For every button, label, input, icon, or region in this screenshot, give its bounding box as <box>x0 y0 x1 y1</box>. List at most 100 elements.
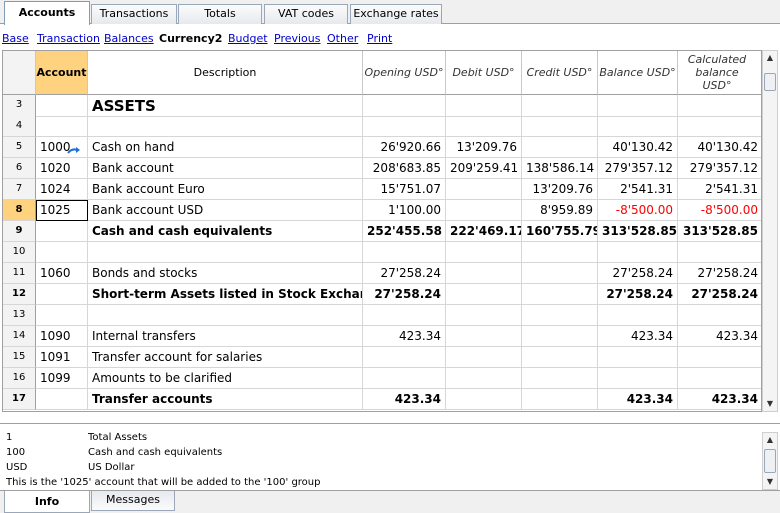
cell-debit[interactable] <box>446 347 522 368</box>
cell-credit[interactable] <box>522 389 598 410</box>
tab-messages[interactable]: Messages <box>91 491 175 511</box>
cell-debit[interactable]: 13'209.76 <box>446 137 522 158</box>
cell-balance[interactable] <box>598 116 678 137</box>
cell-calculated-balance[interactable]: -8'500.00 <box>678 200 761 221</box>
column-header-balance[interactable]: Balance USD° <box>598 51 678 95</box>
cell-account[interactable]: 1091 <box>36 347 88 368</box>
cell-description[interactable]: Short-term Assets listed in Stock Exchan… <box>88 284 363 305</box>
cell-opening[interactable]: 208'683.85 <box>363 158 446 179</box>
cell-credit[interactable] <box>522 263 598 284</box>
cell-account[interactable]: 1090 <box>36 326 88 347</box>
table-row[interactable]: 8 1025 Bank account USD 1'100.00 8'959.89 -8'… <box>3 200 761 221</box>
table-row[interactable]: 6 1020 Bank account 208'683.85 209'259.41 138… <box>3 158 761 179</box>
cell-balance[interactable]: 279'357.12 <box>598 158 678 179</box>
table-row[interactable]: 11 1060 Bonds and stocks 27'258.24 27'258.24… <box>3 263 761 284</box>
cell-balance[interactable]: 423.34 <box>598 389 678 410</box>
cell-debit[interactable] <box>446 326 522 347</box>
cell-opening[interactable] <box>363 116 446 137</box>
cell-account[interactable]: 1025 <box>36 200 88 221</box>
cell-debit[interactable]: 209'259.41 <box>446 158 522 179</box>
info-scroll-thumb[interactable] <box>764 449 776 473</box>
column-header-credit[interactable]: Credit USD° <box>522 51 598 95</box>
tab-accounts[interactable]: Accounts <box>4 1 90 25</box>
cell-description[interactable]: Cash on hand <box>88 137 363 158</box>
column-header-opening[interactable]: Opening USD° <box>363 51 446 95</box>
cell-debit[interactable] <box>446 389 522 410</box>
cell-balance[interactable] <box>598 347 678 368</box>
cell-description[interactable] <box>88 305 363 326</box>
tab-exchange-rates[interactable]: Exchange rates <box>350 4 442 24</box>
cell-description[interactable]: Amounts to be clarified <box>88 368 363 389</box>
view-base[interactable]: Base <box>2 32 29 45</box>
cell-account[interactable] <box>36 221 88 242</box>
cell-description[interactable]: Cash and cash equivalents <box>88 221 363 242</box>
cell-debit[interactable] <box>446 116 522 137</box>
view-previous[interactable]: Previous <box>274 32 321 45</box>
cell-credit[interactable] <box>522 284 598 305</box>
table-row[interactable]: 7 1024 Bank account Euro 15'751.07 13'209.76… <box>3 179 761 200</box>
view-balances[interactable]: Balances <box>104 32 154 45</box>
cell-description[interactable]: Internal transfers <box>88 326 363 347</box>
cell-debit[interactable]: 222'469.17 <box>446 221 522 242</box>
cell-description[interactable] <box>88 116 363 137</box>
cell-opening[interactable]: 1'100.00 <box>363 200 446 221</box>
cell-calculated-balance[interactable] <box>678 368 761 389</box>
view-budget[interactable]: Budget <box>228 32 268 45</box>
cell-description[interactable]: ASSETS <box>88 95 363 117</box>
cell-balance[interactable]: -8'500.00 <box>598 200 678 221</box>
info-scroll-up-icon[interactable]: ▲ <box>763 433 777 447</box>
cell-opening[interactable]: 27'258.24 <box>363 284 446 305</box>
cell-credit[interactable] <box>522 368 598 389</box>
table-row[interactable]: 10 <box>3 242 761 263</box>
cell-balance[interactable] <box>598 305 678 326</box>
tab-vat-codes[interactable]: VAT codes <box>264 4 348 24</box>
cell-opening[interactable]: 15'751.07 <box>363 179 446 200</box>
cell-opening[interactable]: 252'455.58 <box>363 221 446 242</box>
column-header-debit[interactable]: Debit USD° <box>446 51 522 95</box>
cell-debit[interactable] <box>446 179 522 200</box>
scroll-up-icon[interactable]: ▲ <box>763 51 777 65</box>
cell-opening[interactable]: 26'920.66 <box>363 137 446 158</box>
view-currency2[interactable]: Currency2 <box>159 32 222 45</box>
cell-balance[interactable]: 423.34 <box>598 326 678 347</box>
cell-account[interactable] <box>36 116 88 137</box>
cell-credit[interactable]: 8'959.89 <box>522 200 598 221</box>
cell-account[interactable]: 1020 <box>36 158 88 179</box>
column-header-description[interactable]: Description <box>88 51 363 95</box>
table-row[interactable]: 13 <box>3 305 761 326</box>
cell-account[interactable] <box>36 284 88 305</box>
column-header-calculated-balance[interactable]: Calculated balance USD° <box>678 51 761 95</box>
cell-calculated-balance[interactable]: 423.34 <box>678 326 761 347</box>
cell-balance[interactable]: 27'258.24 <box>598 263 678 284</box>
cell-balance[interactable]: 40'130.42 <box>598 137 678 158</box>
cell-calculated-balance[interactable] <box>678 347 761 368</box>
cell-opening[interactable] <box>363 347 446 368</box>
cell-opening[interactable]: 423.34 <box>363 389 446 410</box>
cell-debit[interactable] <box>446 95 522 117</box>
cell-account[interactable] <box>36 242 88 263</box>
cell-account[interactable]: 1024 <box>36 179 88 200</box>
cell-opening[interactable] <box>363 95 446 117</box>
cell-opening[interactable]: 423.34 <box>363 326 446 347</box>
cell-opening[interactable]: 27'258.24 <box>363 263 446 284</box>
cell-debit[interactable] <box>446 284 522 305</box>
cell-credit[interactable]: 138'586.14 <box>522 158 598 179</box>
cell-credit[interactable] <box>522 116 598 137</box>
scroll-down-icon[interactable]: ▼ <box>763 397 777 411</box>
cell-debit[interactable] <box>446 242 522 263</box>
cell-debit[interactable] <box>446 263 522 284</box>
view-transaction[interactable]: Transaction <box>37 32 100 45</box>
cell-calculated-balance[interactable] <box>678 242 761 263</box>
cell-account[interactable] <box>36 305 88 326</box>
cell-description[interactable]: Transfer account for salaries <box>88 347 363 368</box>
cell-account[interactable] <box>36 389 88 410</box>
cell-calculated-balance[interactable]: 279'357.12 <box>678 158 761 179</box>
cell-balance[interactable]: 27'258.24 <box>598 284 678 305</box>
cell-description[interactable] <box>88 242 363 263</box>
cell-calculated-balance[interactable] <box>678 116 761 137</box>
table-row[interactable]: 5 1000 Cash on hand 26'920.66 13'209.76 40'13… <box>3 137 761 158</box>
cell-calculated-balance[interactable]: 27'258.24 <box>678 284 761 305</box>
cell-credit[interactable] <box>522 242 598 263</box>
table-row[interactable]: 16 1099 Amounts to be clarified <box>3 368 761 389</box>
cell-account[interactable]: 1060 <box>36 263 88 284</box>
